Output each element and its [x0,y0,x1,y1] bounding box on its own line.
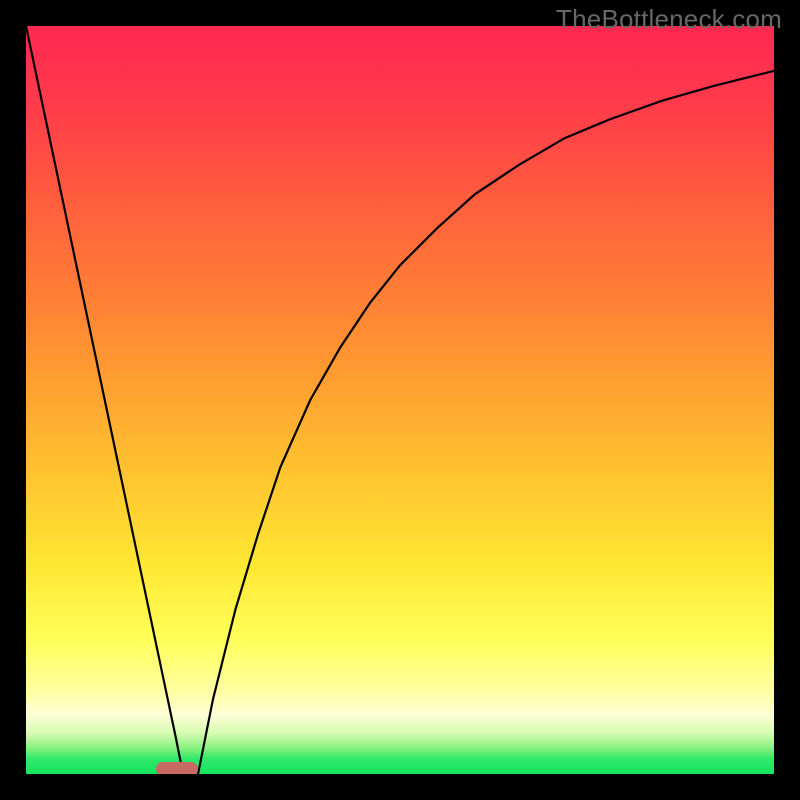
frame-border-left [0,26,26,800]
bottleneck-curve [26,26,774,774]
curve-right-branch [198,71,774,774]
curve-left-branch [26,26,183,774]
frame-border-bottom [0,774,800,800]
chart-frame: TheBottleneck.com [0,0,800,800]
watermark-text: TheBottleneck.com [556,4,782,35]
frame-border-right [774,26,800,800]
